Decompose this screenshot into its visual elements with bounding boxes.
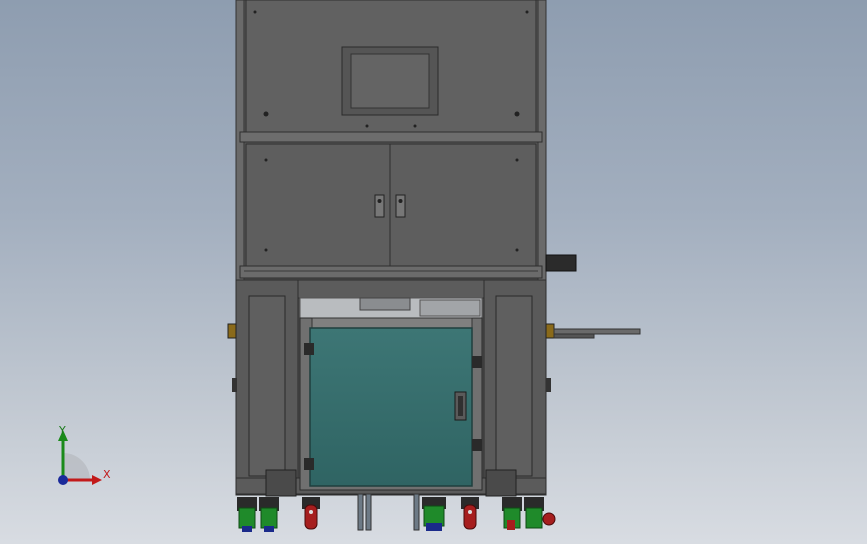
caster-5 bbox=[461, 497, 479, 530]
caster-1 bbox=[237, 497, 257, 532]
triad-plane bbox=[63, 453, 90, 480]
cad-model-viewport[interactable]: Y X bbox=[0, 0, 867, 544]
side-switch-box[interactable] bbox=[545, 254, 577, 272]
z-axis-origin bbox=[58, 475, 68, 485]
casters bbox=[237, 497, 556, 532]
extension-arm[interactable] bbox=[553, 328, 641, 339]
caster-4 bbox=[422, 497, 446, 531]
cabinet-door-right[interactable] bbox=[389, 143, 537, 267]
right-indicator-button[interactable] bbox=[545, 323, 555, 339]
access-door[interactable] bbox=[299, 317, 483, 491]
machine-model[interactable] bbox=[0, 0, 867, 544]
upper-cabinet bbox=[235, 0, 547, 281]
orientation-triad: Y X bbox=[40, 420, 120, 500]
caster-6 bbox=[502, 497, 522, 530]
y-axis-label: Y bbox=[59, 424, 66, 437]
caster-3 bbox=[302, 497, 320, 530]
caster-7 bbox=[524, 497, 556, 529]
x-axis-label: X bbox=[103, 468, 111, 481]
cabinet-door-left[interactable] bbox=[245, 143, 391, 267]
caster-2 bbox=[259, 497, 279, 532]
door-lock-right[interactable] bbox=[395, 194, 406, 218]
door-lock-left[interactable] bbox=[374, 194, 385, 218]
display-screen[interactable] bbox=[350, 53, 430, 109]
left-indicator-button[interactable] bbox=[227, 323, 237, 339]
